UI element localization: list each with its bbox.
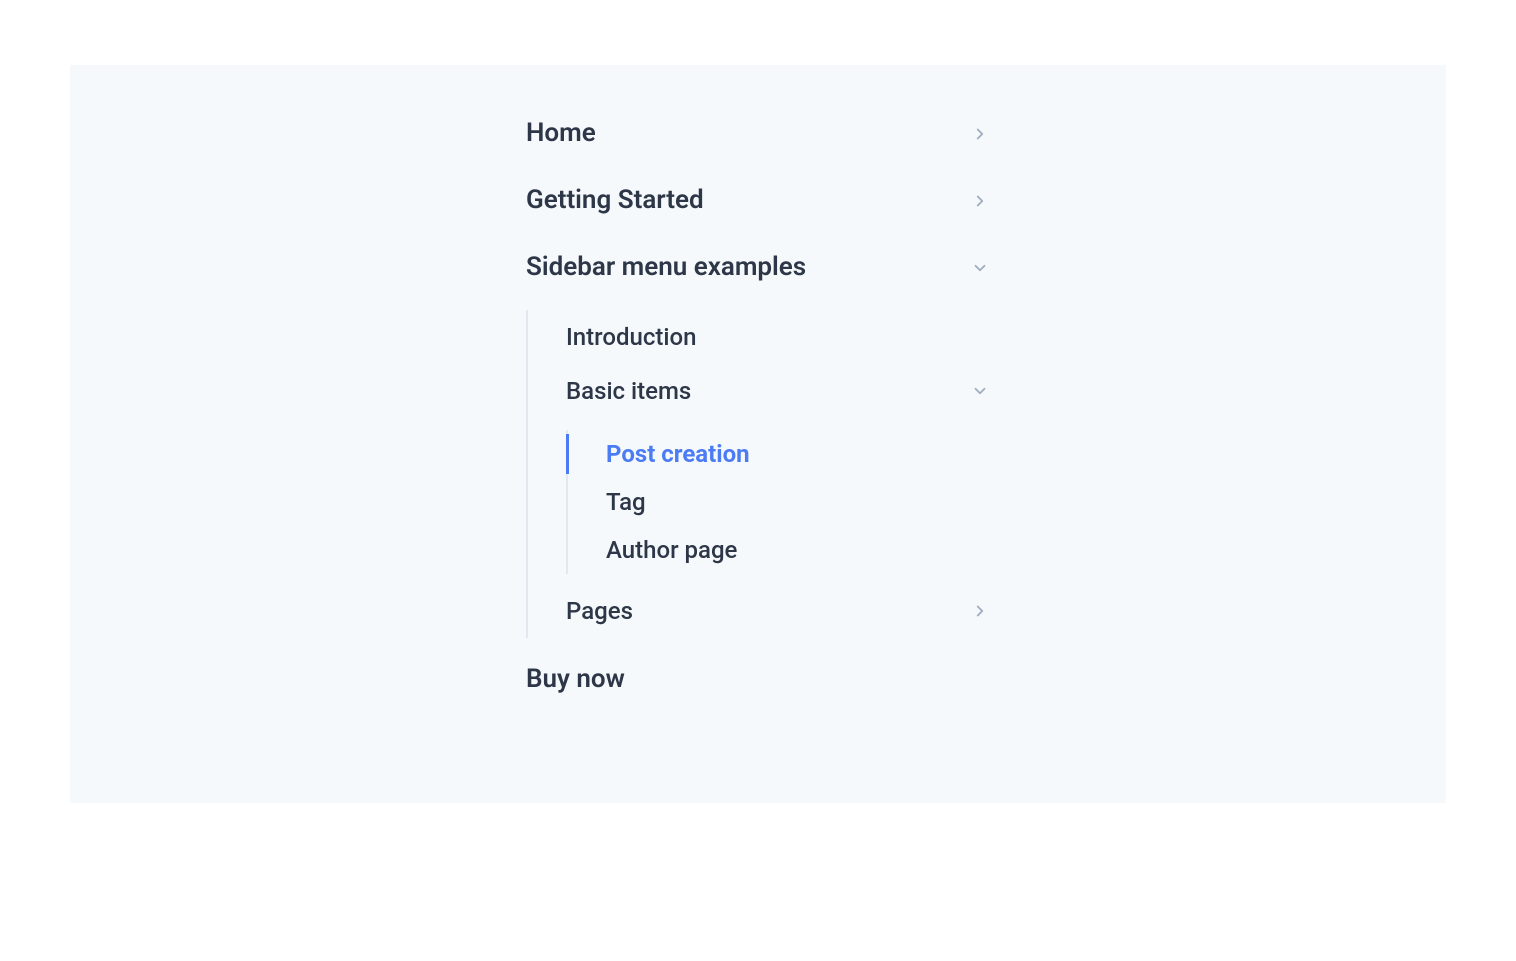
submenu-item-pages[interactable]: Pages xyxy=(528,584,990,638)
chevron-right-icon xyxy=(970,601,990,621)
chevron-right-icon xyxy=(970,124,990,144)
subsubmenu-item-post-creation[interactable]: Post creation xyxy=(568,430,990,478)
subsubmenu-item-label: Tag xyxy=(606,488,646,516)
menu-item-buy-now[interactable]: Buy now xyxy=(526,646,990,713)
menu-item-home[interactable]: Home xyxy=(526,100,990,167)
submenu-item-label: Pages xyxy=(566,597,633,625)
menu-item-sidebar-examples[interactable]: Sidebar menu examples xyxy=(526,234,990,301)
submenu-item-label: Introduction xyxy=(566,323,696,351)
submenu-item-basic-items[interactable]: Basic items xyxy=(528,364,990,418)
sidebar-menu: Home Getting Started Sidebar menu exampl… xyxy=(526,100,990,758)
chevron-right-icon xyxy=(970,191,990,211)
subsubmenu-item-author-page[interactable]: Author page xyxy=(568,526,990,574)
menu-item-label: Sidebar menu examples xyxy=(526,252,806,283)
menu-item-label: Buy now xyxy=(526,664,625,695)
subsubmenu-basic-items: Post creation Tag Author page xyxy=(566,430,990,574)
menu-item-getting-started[interactable]: Getting Started xyxy=(526,167,990,234)
menu-item-label: Home xyxy=(526,118,596,149)
menu-item-label: Getting Started xyxy=(526,185,704,216)
subsubmenu-item-label: Post creation xyxy=(606,440,750,468)
chevron-down-icon xyxy=(970,258,990,278)
chevron-down-icon xyxy=(970,381,990,401)
submenu-item-label: Basic items xyxy=(566,377,691,405)
subsubmenu-item-label: Author page xyxy=(606,536,737,564)
submenu-sidebar-examples: Introduction Basic items Post creation T… xyxy=(526,310,990,638)
submenu-item-introduction[interactable]: Introduction xyxy=(528,310,990,364)
sidebar-menu-container: Home Getting Started Sidebar menu exampl… xyxy=(70,65,1446,803)
subsubmenu-item-tag[interactable]: Tag xyxy=(568,478,990,526)
